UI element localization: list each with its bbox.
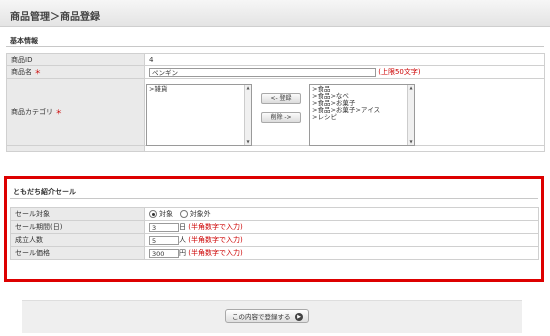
product-name-cell: ペンギン (上限50文字) [144,65,545,79]
scroll-down-icon[interactable]: ▼ [408,139,414,145]
sale-period-label: セール期間(日) [10,220,145,234]
product-name-label-cell: 商品名 ＊ [6,65,145,79]
scroll-up-icon[interactable]: ▲ [408,85,414,91]
row-spacer [6,145,545,152]
sale-people-input[interactable]: 5 [149,235,179,245]
sale-people-unit: 人 [179,236,186,244]
list-item[interactable]: >雑貨 [149,86,249,93]
sale-people-cell: 5人 (半角数字で入力) [144,233,539,247]
add-category-button[interactable]: <- 登録 [261,93,301,104]
radio-selected-icon[interactable] [149,210,157,218]
row-product-id: 商品ID 4 [6,53,545,66]
arrow-right-icon: ▶ [295,313,303,321]
sale-period-unit: 日 [179,223,186,231]
sale-target-cell: 対象 対象外 [144,207,539,221]
category-label-cell: 商品カテゴリ ＊ [6,78,145,146]
row-sale-price: セール価格 300 円 (半角数字で入力) [10,246,539,260]
row-product-name: 商品名 ＊ ペンギン (上限50文字) [6,65,545,79]
unselected-category-list[interactable]: >雑貨 ▲ ▼ [146,84,252,146]
page-title: 商品管理＞商品登録 [10,12,100,23]
remove-category-button[interactable]: 削除 -> [261,112,301,123]
list-scrollbar[interactable]: ▲ ▼ [244,85,251,145]
list-scrollbar[interactable]: ▲ ▼ [407,85,414,145]
sale-heading: ともだち紹介セール [13,188,76,196]
submit-label: この内容で登録する [232,313,291,321]
radio-target-option[interactable]: 対象 [149,210,173,218]
sale-price-label: セール価格 [10,246,145,260]
radio-unselected-icon[interactable] [179,210,188,218]
row-sale-target: セール対象 対象 対象外 [10,207,539,221]
scroll-down-icon[interactable]: ▼ [245,139,251,145]
product-id-label: 商品ID [6,53,145,66]
product-name-input[interactable]: ペンギン [149,67,376,77]
sale-divider [10,198,538,199]
sale-people-label: 成立人数 [10,233,145,247]
sale-period-note: (半角数字で入力) [188,223,243,231]
category-label: 商品カテゴリ [11,108,53,116]
required-mark: ＊ [55,108,63,116]
radio-non-target-option[interactable]: 対象外 [179,210,211,218]
basic-info-divider [6,46,544,47]
submit-button[interactable]: この内容で登録する ▶ [225,309,309,323]
sale-price-note: (半角数字で入力) [188,249,243,257]
sale-price-input[interactable]: 300 [149,248,179,258]
selected-category-list[interactable]: >食品 >食品>なべ >食品>お菓子 >食品>お菓子>アイス >レシピ ▲ ▼ [309,84,415,146]
product-name-note: (上限50文字) [378,68,421,76]
sale-table: セール対象 対象 対象外 セール期間(日) 3日 (半角数字で入力) 成立人数 … [10,207,539,260]
scroll-up-icon[interactable]: ▲ [245,85,251,91]
sale-target-label: セール対象 [10,207,145,221]
required-mark: ＊ [34,68,42,76]
list-item[interactable]: >レシピ [312,114,412,121]
page-header: 商品管理＞商品登録 [0,0,550,27]
sale-price-unit: 円 [179,249,186,257]
basic-info-heading: 基本情報 [10,37,38,45]
product-name-label: 商品名 [11,68,32,76]
sale-period-cell: 3日 (半角数字で入力) [144,220,539,234]
sale-price-cell: 300 円 (半角数字で入力) [144,246,539,260]
row-sale-people: 成立人数 5人 (半角数字で入力) [10,233,539,247]
sale-period-input[interactable]: 3 [149,222,179,232]
sale-people-note: (半角数字で入力) [188,236,243,244]
row-sale-period: セール期間(日) 3日 (半角数字で入力) [10,220,539,234]
product-id-value: 4 [144,53,545,66]
